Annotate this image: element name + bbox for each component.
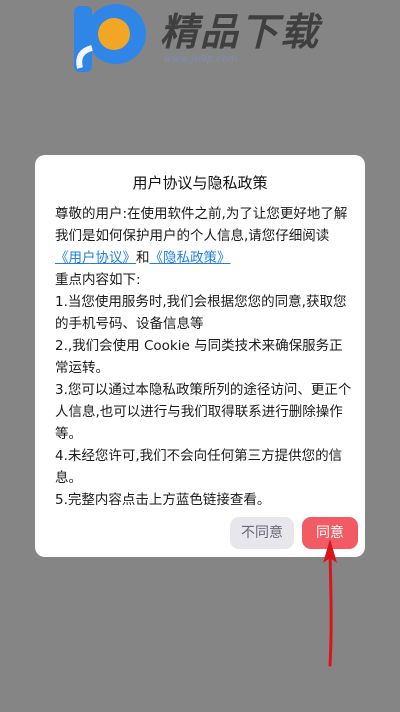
site-watermark-logo: 精品下载 www.jb9p.com [72,2,332,76]
privacy-policy-link[interactable]: 《隐私政策》 [150,250,231,266]
agreement-dialog: 用户协议与隐私政策 尊敬的用户:在使用软件之前,为了让您更好地了解我们是如何保护… [35,155,365,557]
dialog-title: 用户协议与隐私政策 [132,174,268,192]
point-item: 1.当您使用服务时,我们会根据您您的同意,获取您的手机号码、设备信息等 [55,294,347,332]
point-item: 5.完整内容点击上方蓝色链接查看。 [55,492,271,508]
intro-text: 尊敬的用户:在使用软件之前,为了让您更好地了解我们是如何保护用户的个人信息,请您… [55,206,348,244]
watermark-title: 精品下载 [160,10,321,54]
point-item: 4.未经您许可,我们不会向任何第三方提供您的信息。 [55,448,343,486]
annotation-arrow-icon [323,539,337,667]
intro-paragraph: 尊敬的用户:在使用软件之前,为了让您更好地了解我们是如何保护用户的个人信息,请您… [55,203,355,269]
dialog-body: 尊敬的用户:在使用软件之前,为了让您更好地了解我们是如何保护用户的个人信息,请您… [55,203,355,511]
point-item: 2.,我们会使用 Cookie 与同类技术来确保服务正常运转。 [55,338,343,376]
point-item: 3.您可以通过本隐私政策所列的途径访问、更正个人信息,也可以进行与我们取得联系进… [55,382,352,442]
p-logo-icon [74,4,146,72]
and-text: 和 [136,250,150,266]
user-agreement-link[interactable]: 《用户协议》 [55,250,136,266]
points-header: 重点内容如下: [55,272,141,288]
disagree-button[interactable]: 不同意 [230,517,294,549]
watermark-url: www.jb9p.com [164,54,238,65]
